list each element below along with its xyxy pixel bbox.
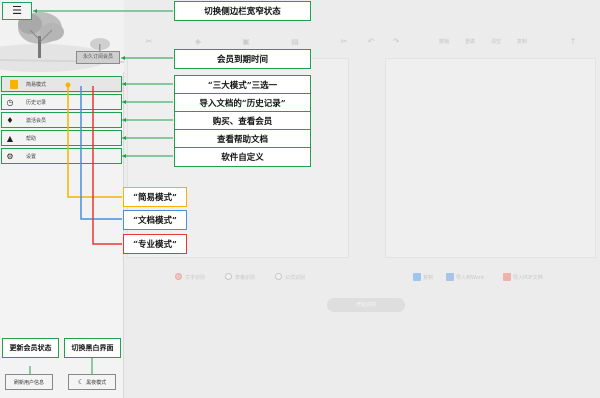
annotation-refresh: 更新会员状态 (2, 338, 59, 358)
radio-label: 文字识别 (185, 275, 206, 281)
annotation-mode: “三大模式”三选一 (174, 75, 311, 95)
check-label: 导入到Word (456, 275, 484, 281)
member-expiry-button[interactable]: 永久订阅会员 (76, 51, 120, 64)
sidebar-item-help[interactable]: ▲ 帮助 (0, 130, 123, 147)
sidebar-item-simple-mode[interactable]: 简易模式 (0, 76, 123, 93)
annotation-night: 切换黑白界面 (64, 338, 121, 358)
redo-icon[interactable]: ↷ (391, 37, 401, 47)
annotation-simple-mode: “简易模式” (123, 187, 187, 207)
annotation-help: 查看帮助文档 (174, 129, 311, 149)
clock-icon: ◷ (6, 98, 14, 107)
toolbar-label[interactable]: 复制 (517, 38, 527, 45)
menu-toggle-button[interactable]: ☰ (2, 2, 32, 20)
refresh-user-button[interactable]: 刷新用户信息 (5, 374, 53, 390)
annotation-member: 会员到期时间 (174, 49, 311, 69)
warning-icon: ▲ (6, 134, 14, 143)
annotation-activate: 购买、查看会员 (174, 111, 311, 131)
sidebar-item-activate[interactable]: ♦ 激活会员 (0, 112, 123, 129)
night-label: 黑夜模式 (86, 379, 107, 386)
copy-checkbox[interactable] (413, 273, 421, 281)
annotation-history: 导入文档的“历史记录” (174, 93, 311, 113)
toolbar-label[interactable]: 重做 (465, 38, 475, 45)
annotation-pro-mode: “专业模式” (123, 234, 187, 254)
sidebar-item-label: 帮助 (26, 136, 37, 142)
check-label: 导入PDF文档 (513, 275, 543, 281)
night-mode-button[interactable]: ☾ 黑夜模式 (68, 374, 116, 390)
radio-table[interactable] (225, 273, 232, 280)
sidebar-item-settings[interactable]: ⚙ 设置 (0, 148, 123, 165)
sidebar-item-label: 激活会员 (26, 118, 47, 124)
sidebar-item-history[interactable]: ◷ 历史记录 (0, 94, 123, 111)
pdf-checkbox[interactable] (503, 273, 511, 281)
toolbar-label[interactable]: 清空 (491, 38, 501, 45)
mode-icon (10, 80, 18, 89)
annotation-doc-mode: “文档模式” (123, 210, 187, 230)
word-checkbox[interactable] (446, 273, 454, 281)
annotation-settings: 软件自定义 (174, 147, 311, 167)
sidebar-item-label: 设置 (26, 154, 37, 160)
shield-icon[interactable]: ◈ (193, 37, 203, 47)
undo-icon[interactable]: ↶ (366, 37, 376, 47)
diamond-icon: ♦ (6, 116, 14, 125)
radio-label: 表格识别 (235, 275, 256, 281)
gear-icon: ⚙ (6, 152, 14, 161)
check-label: 复制 (423, 275, 434, 281)
radio-text[interactable] (175, 273, 182, 280)
image-icon[interactable]: ▣ (241, 37, 251, 47)
moon-icon: ☾ (77, 378, 85, 386)
radio-label: 公式识别 (285, 275, 306, 281)
sidebar-item-label: 简易模式 (26, 82, 47, 88)
sidebar-item-label: 历史记录 (26, 100, 47, 106)
radio-formula[interactable] (275, 273, 282, 280)
upload-icon[interactable]: ↑ (568, 37, 578, 47)
cut-icon[interactable]: ✂ (144, 37, 154, 47)
scissors-icon[interactable]: ✂ (339, 37, 349, 47)
document-icon[interactable]: ▤ (290, 37, 300, 47)
annotation-menu: 切换侧边栏宽窄状态 (174, 1, 311, 21)
refresh-label: 刷新用户信息 (13, 379, 44, 386)
start-recognize-button[interactable]: 开始识别 (327, 298, 405, 312)
toolbar-label[interactable]: 撤销 (439, 38, 449, 45)
output-panel[interactable] (385, 58, 596, 258)
